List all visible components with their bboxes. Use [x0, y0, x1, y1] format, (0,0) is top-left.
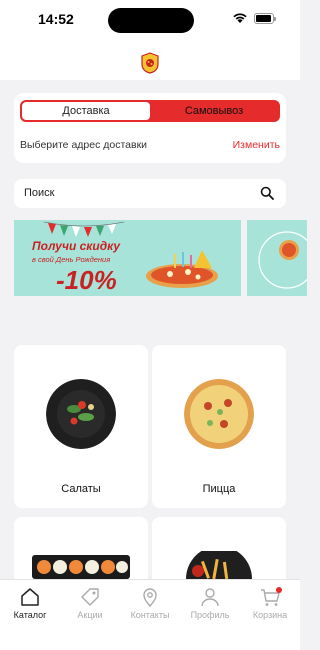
search-placeholder: Поиск	[24, 187, 55, 199]
app-header	[0, 44, 300, 80]
tab-label: Корзина	[252, 610, 288, 620]
search-icon[interactable]	[260, 186, 274, 200]
wifi-icon	[233, 13, 247, 23]
brand-logo	[141, 52, 159, 74]
banner-discount: -10%	[56, 265, 117, 295]
tag-icon	[81, 588, 99, 606]
status-time: 14:52	[38, 11, 74, 27]
dynamic-island	[108, 8, 194, 33]
delivery-card: Доставка Самовывоз Выберите адрес достав…	[14, 93, 286, 163]
category-card-salads[interactable]: Салаты	[14, 345, 148, 508]
category-card-pizza[interactable]: Пицца	[152, 345, 286, 508]
home-icon	[21, 588, 39, 606]
tab-contacts[interactable]: Контакты	[120, 586, 180, 620]
tab-label: Профиль	[190, 610, 230, 620]
location-pin-icon	[143, 588, 157, 608]
change-address-link[interactable]: Изменить	[233, 139, 280, 151]
pizza-illustration	[146, 250, 218, 288]
delivery-mode-toggle: Доставка Самовывоз	[20, 100, 280, 122]
bunting-decoration	[43, 221, 125, 237]
tab-label: Контакты	[130, 610, 170, 620]
status-bar: 14:52	[0, 0, 300, 44]
tab-label: Акции	[77, 610, 103, 620]
search-bar[interactable]: Поиск	[14, 179, 286, 208]
tab-label: Каталог	[13, 610, 47, 620]
battery-icon	[254, 13, 276, 24]
tab-pickup[interactable]: Самовывоз	[150, 102, 278, 120]
tab-promotions[interactable]: Акции	[60, 586, 120, 620]
tab-catalog[interactable]: Каталог	[0, 586, 60, 620]
pizza-illustration	[258, 231, 307, 289]
bottom-tab-bar: Каталог Акции Контакты Профиль Корзина	[0, 579, 300, 650]
category-label: Пицца	[202, 483, 236, 495]
tab-profile[interactable]: Профиль	[180, 586, 240, 620]
tab-cart[interactable]: Корзина	[240, 586, 300, 620]
rolls-image	[32, 555, 130, 579]
tab-delivery[interactable]: Доставка	[22, 102, 150, 120]
cart-badge	[276, 587, 282, 593]
user-icon	[201, 588, 219, 607]
pizza-image	[184, 379, 254, 449]
fries-image	[186, 551, 252, 579]
promo-banner-birthday[interactable]: Получи скидку в свой День Рождения -10%	[14, 220, 241, 296]
banner-headline: Получи скидку	[32, 239, 121, 253]
banner-subline: в свой День Рождения	[32, 255, 111, 264]
salad-image	[46, 379, 116, 449]
address-prompt[interactable]: Выберите адрес доставки	[20, 139, 147, 151]
promo-banner-next[interactable]	[247, 220, 307, 296]
category-label: Салаты	[61, 483, 101, 495]
